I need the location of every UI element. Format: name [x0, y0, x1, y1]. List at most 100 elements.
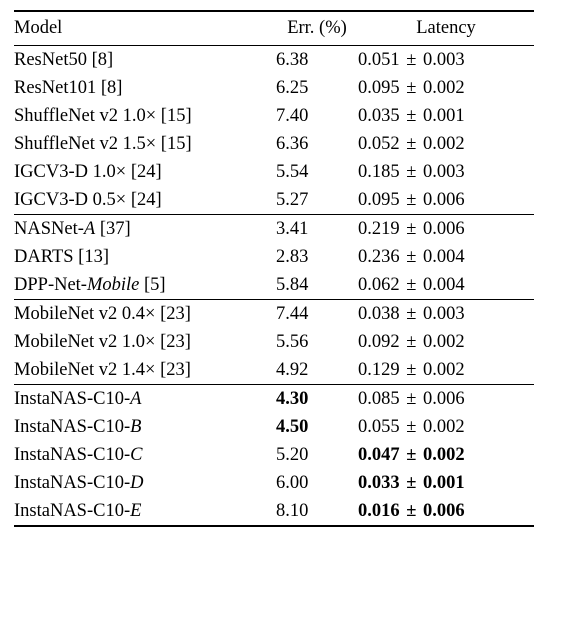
model-name: ResNet50 — [14, 50, 87, 70]
latency-cell: 0.047 ± 0.002 — [358, 441, 534, 469]
err-cell: 5.84 — [276, 271, 358, 300]
latency-std: 0.004 — [423, 275, 465, 295]
model-suffix: A — [130, 389, 141, 409]
table-header-row: Model Err. (%) Latency — [14, 11, 534, 46]
latency-mean: 0.092 — [358, 332, 400, 352]
table-row: IGCV3-D 1.0× [24]5.540.185 ± 0.003 — [14, 158, 534, 186]
plus-minus-icon: ± — [400, 78, 423, 98]
results-table: Model Err. (%) Latency ResNet50 [8]6.380… — [14, 10, 534, 527]
model-cell: ShuffleNet v2 1.5× [15] — [14, 130, 276, 158]
plus-minus-icon: ± — [400, 106, 423, 126]
model-ref: [8] — [96, 78, 122, 98]
plus-minus-icon: ± — [400, 501, 423, 521]
model-ref: [15] — [156, 134, 191, 154]
model-suffix: E — [130, 501, 141, 521]
latency-cell: 0.095 ± 0.006 — [358, 186, 534, 215]
plus-minus-icon: ± — [400, 473, 423, 493]
table-row: InstaNAS-C10-D6.000.033 ± 0.001 — [14, 469, 534, 497]
err-cell: 5.56 — [276, 328, 358, 356]
latency-std: 0.001 — [423, 473, 465, 493]
model-cell: IGCV3-D 0.5× [24] — [14, 186, 276, 215]
table-row: InstaNAS-C10-E 8.100.016 ± 0.006 — [14, 497, 534, 526]
latency-cell: 0.062 ± 0.004 — [358, 271, 534, 300]
model-cell: ResNet101 [8] — [14, 74, 276, 102]
table-row: InstaNAS-C10-B4.500.055 ± 0.002 — [14, 413, 534, 441]
latency-cell: 0.051 ± 0.003 — [358, 46, 534, 75]
err-cell: 4.30 — [276, 385, 358, 414]
model-cell: MobileNet v2 1.0× [23] — [14, 328, 276, 356]
err-cell: 6.00 — [276, 469, 358, 497]
latency-mean: 0.033 — [358, 473, 400, 493]
latency-mean: 0.129 — [358, 360, 400, 380]
table-row: InstaNAS-C10-C5.200.047 ± 0.002 — [14, 441, 534, 469]
table-row: DPP-Net-Mobile [5]5.840.062 ± 0.004 — [14, 271, 534, 300]
model-name: InstaNAS-C10- — [14, 473, 130, 493]
latency-mean: 0.236 — [358, 247, 400, 267]
plus-minus-icon: ± — [400, 360, 423, 380]
latency-std: 0.003 — [423, 304, 465, 324]
model-name: MobileNet v2 1.4× — [14, 360, 155, 380]
model-cell: MobileNet v2 1.4× [23] — [14, 356, 276, 385]
latency-std: 0.004 — [423, 247, 465, 267]
model-ref: [23] — [155, 332, 190, 352]
latency-cell: 0.016 ± 0.006 — [358, 497, 534, 526]
latency-std: 0.003 — [423, 162, 465, 182]
model-cell: DPP-Net-Mobile [5] — [14, 271, 276, 300]
model-name: InstaNAS-C10- — [14, 445, 130, 465]
latency-std: 0.002 — [423, 417, 465, 437]
latency-std: 0.002 — [423, 332, 465, 352]
model-ref: [15] — [156, 106, 191, 126]
plus-minus-icon: ± — [400, 162, 423, 182]
latency-mean: 0.095 — [358, 78, 400, 98]
model-cell: MobileNet v2 0.4× [23] — [14, 300, 276, 329]
plus-minus-icon: ± — [400, 445, 423, 465]
model-name: ResNet101 — [14, 78, 96, 98]
table-row: ResNet50 [8]6.380.051 ± 0.003 — [14, 46, 534, 75]
model-suffix: D — [130, 473, 143, 493]
latency-std: 0.002 — [423, 78, 465, 98]
latency-std: 0.001 — [423, 106, 465, 126]
latency-std: 0.006 — [423, 501, 465, 521]
model-suffix: A — [84, 219, 95, 239]
err-cell: 2.83 — [276, 243, 358, 271]
model-cell: NASNet-A [37] — [14, 215, 276, 244]
latency-mean: 0.047 — [358, 445, 400, 465]
err-cell: 6.25 — [276, 74, 358, 102]
table-row: InstaNAS-C10-A4.300.085 ± 0.006 — [14, 385, 534, 414]
err-cell: 7.44 — [276, 300, 358, 329]
model-cell: InstaNAS-C10-D — [14, 469, 276, 497]
latency-mean: 0.035 — [358, 106, 400, 126]
model-cell: InstaNAS-C10-C — [14, 441, 276, 469]
model-name: IGCV3-D 0.5× — [14, 190, 126, 210]
latency-cell: 0.055 ± 0.002 — [358, 413, 534, 441]
plus-minus-icon: ± — [400, 219, 423, 239]
model-name: InstaNAS-C10- — [14, 417, 130, 437]
err-cell: 3.41 — [276, 215, 358, 244]
latency-mean: 0.085 — [358, 389, 400, 409]
table-row: DARTS [13]2.830.236 ± 0.004 — [14, 243, 534, 271]
model-ref: [24] — [126, 162, 161, 182]
err-cell: 6.36 — [276, 130, 358, 158]
latency-std: 0.002 — [423, 360, 465, 380]
latency-cell: 0.052 ± 0.002 — [358, 130, 534, 158]
latency-cell: 0.035 ± 0.001 — [358, 102, 534, 130]
latency-cell: 0.038 ± 0.003 — [358, 300, 534, 329]
err-cell: 5.27 — [276, 186, 358, 215]
latency-mean: 0.095 — [358, 190, 400, 210]
table-row: ShuffleNet v2 1.0× [15]7.400.035 ± 0.001 — [14, 102, 534, 130]
table-row: NASNet-A [37]3.410.219 ± 0.006 — [14, 215, 534, 244]
latency-std: 0.002 — [423, 445, 465, 465]
err-cell: 4.92 — [276, 356, 358, 385]
table-row: MobileNet v2 0.4× [23]7.440.038 ± 0.003 — [14, 300, 534, 329]
latency-std: 0.006 — [423, 219, 465, 239]
model-suffix: Mobile — [87, 275, 139, 295]
table-row: MobileNet v2 1.4× [23]4.920.129 ± 0.002 — [14, 356, 534, 385]
latency-std: 0.002 — [423, 134, 465, 154]
err-cell: 8.10 — [276, 497, 358, 526]
plus-minus-icon: ± — [400, 247, 423, 267]
latency-cell: 0.129 ± 0.002 — [358, 356, 534, 385]
model-name: InstaNAS-C10- — [14, 501, 130, 521]
latency-mean: 0.016 — [358, 501, 400, 521]
model-name: IGCV3-D 1.0× — [14, 162, 126, 182]
plus-minus-icon: ± — [400, 275, 423, 295]
